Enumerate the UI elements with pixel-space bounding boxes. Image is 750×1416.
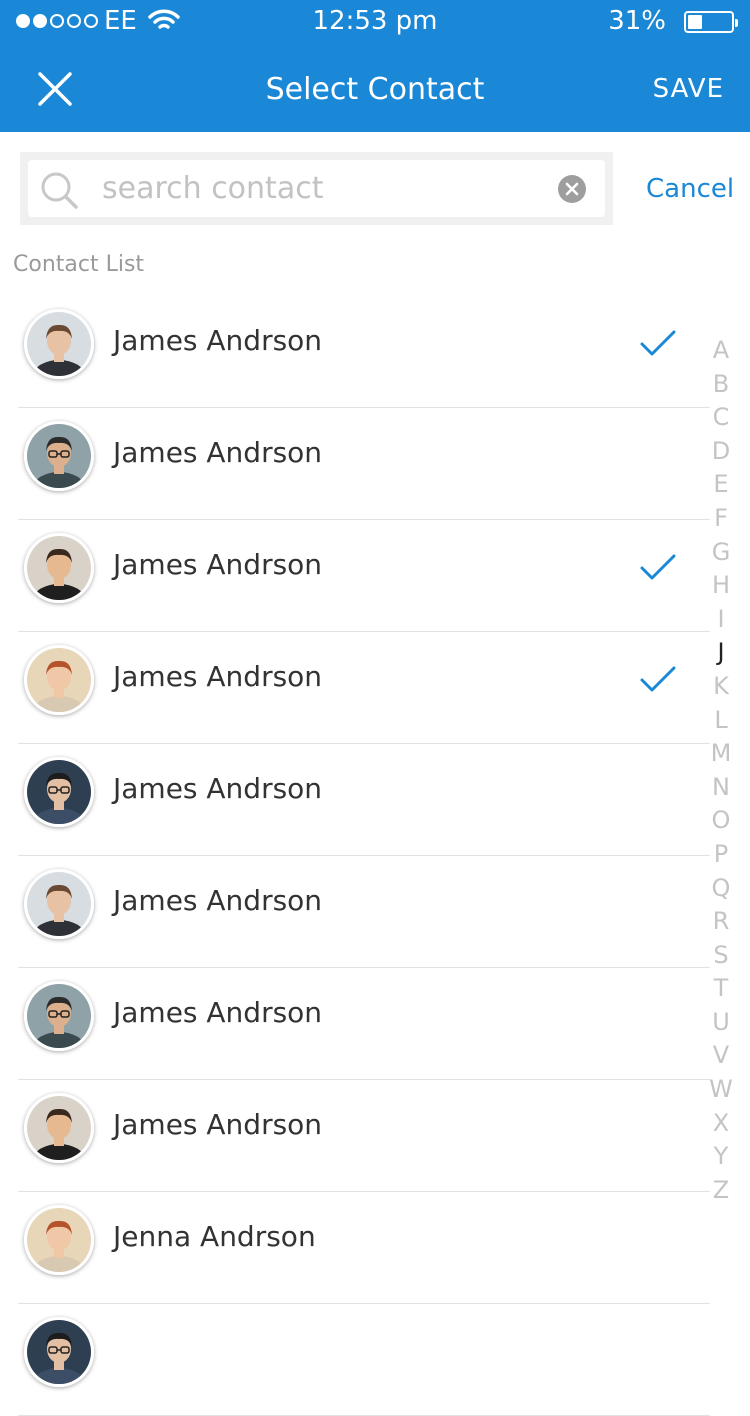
page-title: Select Contact: [265, 72, 485, 107]
index-letter[interactable]: T: [706, 972, 736, 1006]
search-icon: [41, 172, 78, 209]
index-letter[interactable]: F: [706, 502, 736, 536]
contact-name: James Andrson: [113, 772, 323, 805]
contact-row[interactable]: James Andrson: [18, 1080, 710, 1192]
contact-row[interactable]: James Andrson: [18, 296, 710, 408]
index-letter[interactable]: R: [706, 905, 736, 939]
index-letter[interactable]: W: [706, 1073, 736, 1107]
contact-row[interactable]: James Andrson: [18, 744, 710, 856]
index-letter[interactable]: C: [706, 401, 736, 435]
contact-row[interactable]: James Andrson: [18, 520, 710, 632]
contact-name: James Andrson: [113, 996, 323, 1029]
avatar: [24, 309, 94, 379]
cancel-button[interactable]: Cancel: [646, 174, 734, 204]
index-letter[interactable]: D: [706, 435, 736, 469]
status-bar: EE 12:53 pm 31%: [0, 0, 750, 46]
index-letter[interactable]: L: [706, 704, 736, 738]
search-box[interactable]: [28, 160, 605, 217]
index-letter[interactable]: N: [706, 771, 736, 805]
index-letter[interactable]: G: [706, 536, 736, 570]
battery-percentage: 31%: [608, 6, 666, 36]
index-letter[interactable]: M: [706, 737, 736, 771]
avatar: [24, 645, 94, 715]
index-letter[interactable]: S: [706, 939, 736, 973]
index-letter[interactable]: E: [706, 468, 736, 502]
index-letter[interactable]: B: [706, 368, 736, 402]
save-button[interactable]: SAVE: [653, 74, 724, 104]
contact-row[interactable]: James Andrson: [18, 632, 710, 744]
contact-name: Jenna Andrson: [113, 1220, 316, 1253]
contact-row[interactable]: Jenna Andrson: [18, 1192, 710, 1304]
contact-row[interactable]: James Andrson: [18, 968, 710, 1080]
index-letter[interactable]: A: [706, 334, 736, 368]
contact-name: James Andrson: [113, 884, 323, 917]
contact-row[interactable]: [18, 1304, 710, 1416]
index-letter[interactable]: Q: [706, 872, 736, 906]
index-letter[interactable]: Y: [706, 1140, 736, 1174]
alphabet-index: ABCDEFGHIJKLMNOPQRSTUVWXYZ: [706, 334, 736, 1207]
index-letter[interactable]: P: [706, 838, 736, 872]
index-letter[interactable]: I: [706, 603, 736, 637]
index-letter[interactable]: X: [706, 1107, 736, 1141]
contact-name: James Andrson: [113, 324, 323, 357]
checkmark-icon: [640, 330, 676, 356]
contact-row[interactable]: James Andrson: [18, 856, 710, 968]
contact-name: James Andrson: [113, 1108, 323, 1141]
contact-name: James Andrson: [113, 548, 323, 581]
contact-row[interactable]: James Andrson: [18, 408, 710, 520]
contact-name: James Andrson: [113, 436, 323, 469]
index-letter[interactable]: H: [706, 569, 736, 603]
checkmark-icon: [640, 666, 676, 692]
index-letter[interactable]: K: [706, 670, 736, 704]
clear-search-icon[interactable]: [558, 175, 586, 203]
search-input[interactable]: [102, 168, 542, 208]
app-header: EE 12:53 pm 31% Select Contact SAVE: [0, 0, 750, 132]
contact-name: James Andrson: [113, 660, 323, 693]
avatar: [24, 533, 94, 603]
avatar: [24, 421, 94, 491]
index-letter[interactable]: J: [706, 636, 736, 670]
index-letter[interactable]: O: [706, 804, 736, 838]
battery-icon: [684, 11, 738, 33]
section-label: Contact List: [13, 252, 145, 277]
search-bar: [20, 152, 613, 225]
avatar: [24, 981, 94, 1051]
avatar: [24, 757, 94, 827]
index-letter[interactable]: Z: [706, 1174, 736, 1208]
avatar: [24, 869, 94, 939]
index-letter[interactable]: U: [706, 1006, 736, 1040]
contact-list: James Andrson James Andrson James Andrson J…: [0, 296, 712, 1416]
avatar: [24, 1093, 94, 1163]
avatar: [24, 1205, 94, 1275]
checkmark-icon: [640, 554, 676, 580]
index-letter[interactable]: V: [706, 1039, 736, 1073]
avatar: [24, 1317, 94, 1387]
